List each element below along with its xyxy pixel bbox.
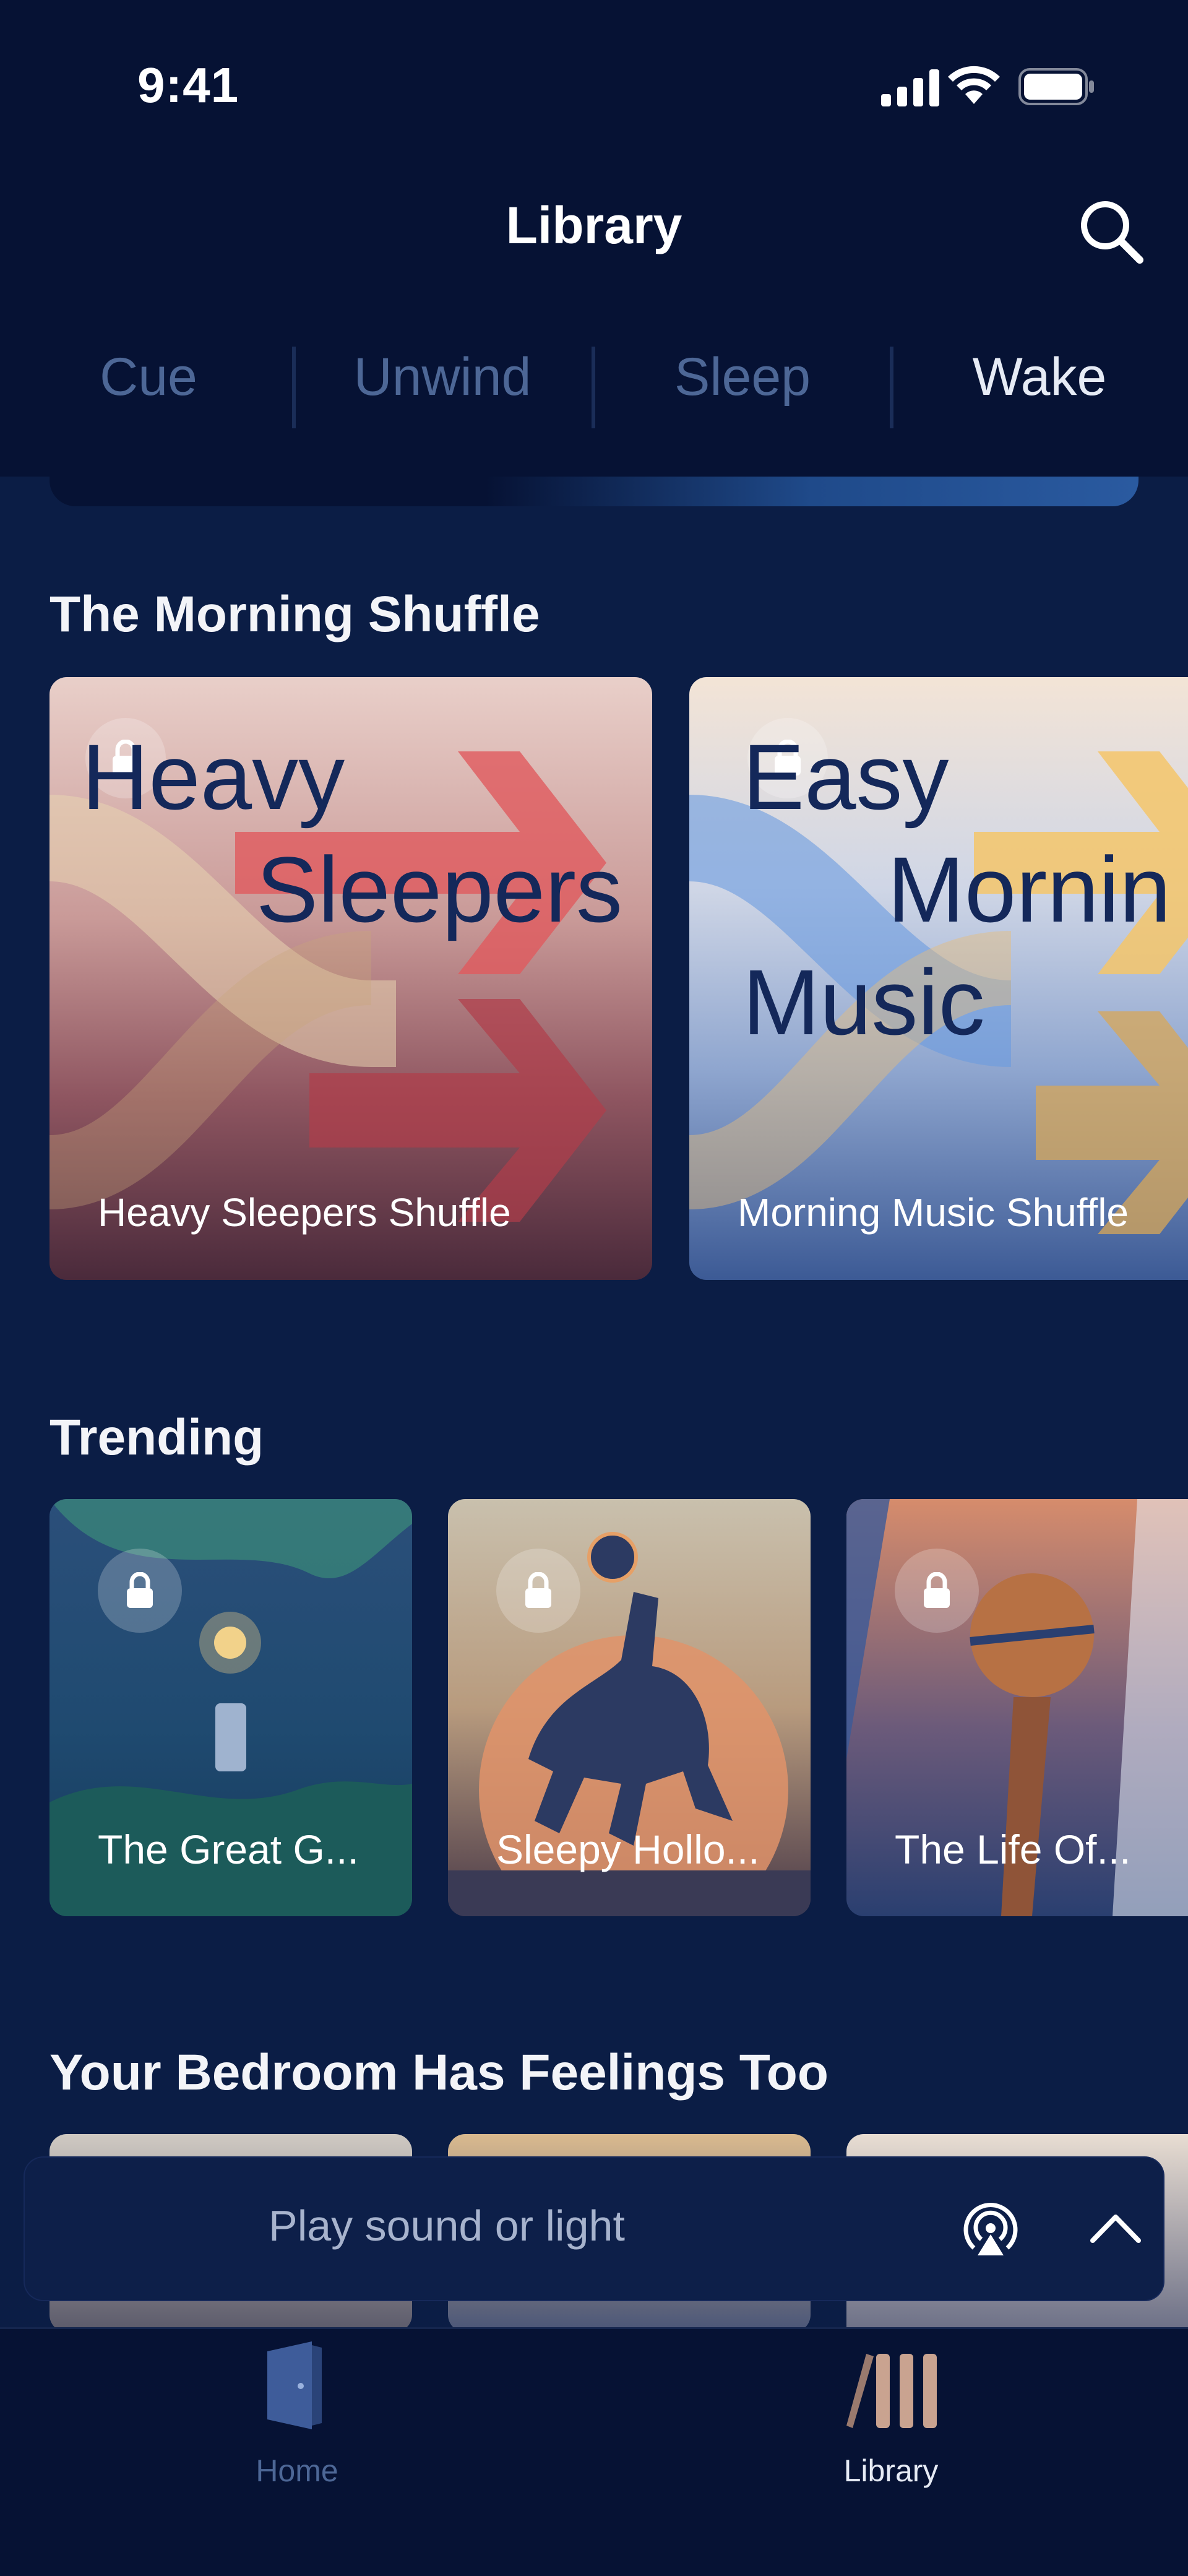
door-icon	[267, 2341, 322, 2429]
card-art-title-line1: Easy	[742, 725, 949, 829]
card-art-title-line2: Sleepers	[256, 837, 623, 941]
card-caption: Sleepy Hollo...	[496, 1826, 760, 1872]
lock-icon	[895, 1549, 979, 1633]
shuffle-card-heavy-sleepers[interactable]: Heavy Sleepers Heavy Sleepers Shuffle	[50, 677, 652, 1280]
card-caption: The Great G...	[98, 1826, 359, 1872]
top-bar: 9:41 Library Cue Unwind Sleep Wake	[0, 0, 1188, 477]
mini-player-label: Play sound or light	[269, 2202, 625, 2250]
trending-card-sleepy-hollow[interactable]: Sleepy Hollo...	[448, 1499, 811, 1916]
page-title: Library	[506, 196, 682, 254]
lock-icon	[98, 1549, 182, 1633]
shuffle-card-morning-music[interactable]: Easy Mornin Music Morning Music Shuffle	[689, 677, 1188, 1280]
search-icon[interactable]	[1077, 197, 1145, 265]
tab-unwind[interactable]: Unwind	[334, 347, 551, 408]
tab-cue[interactable]: Cue	[50, 347, 248, 408]
nav-label-library: Library	[843, 2453, 939, 2488]
card-caption: Heavy Sleepers Shuffle	[98, 1190, 511, 1235]
library-icon	[846, 2354, 937, 2428]
mini-player[interactable]: Play sound or light	[25, 2158, 1163, 2300]
tab-divider	[592, 347, 595, 428]
lock-icon	[496, 1549, 580, 1633]
trending-card-life-of[interactable]: The Life Of...	[846, 1499, 1188, 1916]
section-title-bedroom: Your Bedroom Has Feelings Too	[50, 2044, 829, 2101]
card-art-title-line2: Mornin	[887, 837, 1171, 941]
cellular-signal-icon	[881, 69, 939, 106]
nav-item-home[interactable]: Home	[204, 2329, 390, 2515]
tab-sleep[interactable]: Sleep	[644, 347, 842, 408]
tab-divider	[292, 347, 296, 428]
card-caption: Morning Music Shuffle	[738, 1190, 1129, 1235]
section-title-trending: Trending	[50, 1409, 264, 1466]
tab-wake[interactable]: Wake	[940, 347, 1138, 408]
card-art-title-line3: Music	[742, 950, 985, 1054]
card-caption: The Life Of...	[895, 1826, 1131, 1872]
wifi-icon	[948, 66, 1000, 104]
nav-item-library[interactable]: Library	[798, 2329, 984, 2515]
tab-divider	[890, 347, 893, 428]
trending-card-great-gatsby[interactable]: The Great G...	[50, 1499, 412, 1916]
chevron-up-icon[interactable]	[1089, 2211, 1142, 2245]
bottom-navigation: Home Library	[0, 2327, 1188, 2576]
section-title-morning-shuffle: The Morning Shuffle	[50, 586, 540, 642]
status-bar: 9:41	[0, 0, 1188, 173]
status-time: 9:41	[137, 58, 239, 113]
airplay-icon[interactable]	[960, 2198, 1021, 2259]
category-tabs: Cue Unwind Sleep Wake	[0, 347, 1188, 428]
card-art-title-line1: Heavy	[82, 725, 345, 829]
battery-icon	[1018, 68, 1094, 105]
nav-label-home: Home	[256, 2453, 338, 2488]
